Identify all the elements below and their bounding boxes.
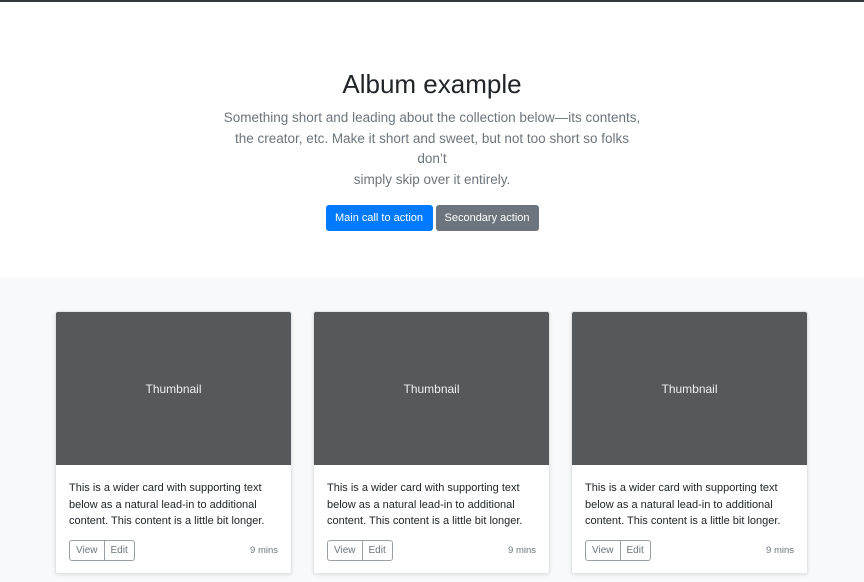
edit-button[interactable]: Edit	[104, 539, 135, 561]
card-text-line: content. This content is a little bit lo…	[69, 515, 265, 527]
album-card: Thumbnail This is a wider card with supp…	[55, 311, 292, 574]
card-button-group: View Edit	[327, 539, 393, 561]
card-text-line: below as a natural lead-in to additional	[585, 498, 773, 511]
hero-lead: Something short and leading about the co…	[222, 108, 642, 190]
card-text: This is a wider card with supporting tex…	[69, 480, 278, 530]
card-footer: View Edit 9 mins	[69, 539, 278, 561]
thumbnail-image: Thumbnail	[314, 312, 549, 465]
card-text: This is a wider card with supporting tex…	[327, 480, 536, 530]
page-title: Album example	[342, 69, 522, 99]
card-button-group: View Edit	[585, 539, 651, 561]
hero-actions: Main call to action Secondary action	[0, 205, 864, 231]
edit-button[interactable]: Edit	[620, 539, 651, 561]
hero-lead-line: simply skip over it entirely.	[353, 171, 511, 187]
thumbnail-label: Thumbnail	[145, 381, 202, 396]
card-text-line: content. This content is a little bit lo…	[327, 515, 523, 527]
card-time: 9 mins	[766, 544, 794, 556]
secondary-action-button[interactable]: Secondary action	[435, 205, 539, 231]
view-button[interactable]: View	[327, 539, 363, 561]
thumbnail-label: Thumbnail	[403, 381, 460, 396]
album-card: Thumbnail This is a wider card with supp…	[313, 311, 550, 574]
card-text-line: below as a natural lead-in to additional	[327, 498, 515, 511]
card-time: 9 mins	[508, 544, 536, 556]
view-button[interactable]: View	[69, 539, 105, 561]
album-section: Thumbnail This is a wider card with supp…	[0, 278, 864, 582]
edit-button[interactable]: Edit	[362, 539, 393, 561]
card-text-line: This is a wider card with supporting tex…	[327, 482, 520, 494]
card-button-group: View Edit	[69, 539, 135, 561]
hero-lead-line: Something short and leading about the co…	[223, 110, 641, 125]
card-text-line: This is a wider card with supporting tex…	[585, 482, 778, 494]
card-footer: View Edit 9 mins	[327, 539, 536, 561]
card-text-line: This is a wider card with supporting tex…	[69, 482, 262, 494]
card-text-line: below as a natural lead-in to additional	[69, 498, 257, 511]
album-card: Thumbnail This is a wider card with supp…	[571, 311, 808, 574]
card-body: This is a wider card with supporting tex…	[572, 465, 807, 561]
card-text-line: content. This content is a little bit lo…	[585, 515, 781, 527]
card-body: This is a wider card with supporting tex…	[56, 465, 291, 561]
view-button[interactable]: View	[585, 539, 621, 561]
card-text: This is a wider card with supporting tex…	[585, 480, 794, 530]
thumbnail-image: Thumbnail	[56, 312, 291, 465]
main-call-to-action-button[interactable]: Main call to action	[325, 205, 433, 231]
hero-lead-line: the creator, etc. Make it short and swee…	[235, 130, 629, 167]
card-body: This is a wider card with supporting tex…	[314, 465, 549, 561]
hero-section: Album example Something short and leadin…	[0, 2, 864, 278]
card-time: 9 mins	[250, 544, 278, 556]
thumbnail-image: Thumbnail	[572, 312, 807, 465]
thumbnail-label: Thumbnail	[661, 381, 718, 396]
card-footer: View Edit 9 mins	[585, 539, 794, 561]
